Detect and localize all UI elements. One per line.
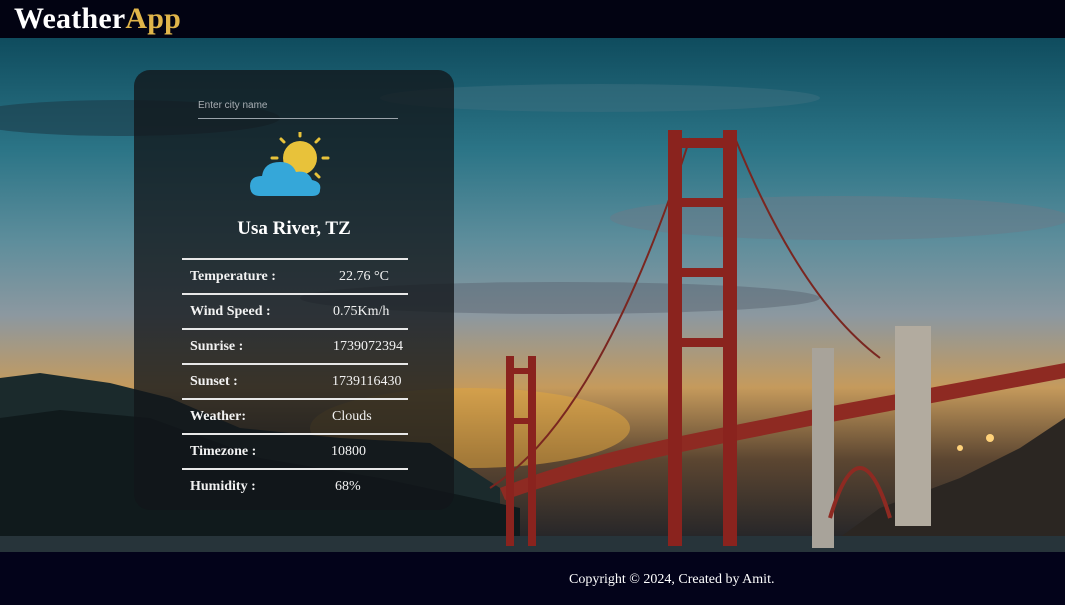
humidity-label: Humidity : [190, 479, 256, 494]
sunset-label: Sunset : [190, 373, 238, 389]
table-row: Timezone : 10800 [182, 434, 408, 469]
sunset-value: 1739116430 [332, 373, 402, 389]
copyright-text: Copyright © 2024, Created by Amit. [569, 572, 775, 587]
timezone-value: 10800 [331, 443, 366, 459]
logo-weather-text: Weather [14, 2, 126, 35]
app-logo[interactable]: WeatherApp [14, 2, 181, 36]
footer: Copyright © 2024, Created by Amit. [0, 552, 1065, 605]
table-row: Sunset : 1739116430 [182, 364, 408, 399]
sun-behind-cloud-icon [250, 132, 330, 196]
sunrise-label: Sunrise : [190, 338, 244, 354]
weather-details-table: Temperature : 22.76 °C Wind Speed : 0.75… [182, 258, 408, 504]
temperature-label: Temperature : [190, 268, 276, 284]
temperature-value: 22.76 °C [339, 268, 389, 284]
table-row: Temperature : 22.76 °C [182, 259, 408, 294]
timezone-label: Timezone : [190, 443, 257, 459]
table-row: Weather: Clouds [182, 399, 408, 434]
wind-speed-value: 0.75Km/h [333, 303, 390, 319]
weather-label: Weather: [190, 408, 246, 424]
city-search-input[interactable] [198, 92, 398, 119]
sunrise-value: 1739072394 [333, 338, 403, 354]
weather-card: Usa River, TZ Temperature : 22.76 °C Win… [134, 70, 454, 510]
wind-speed-label: Wind Speed : [190, 303, 271, 319]
table-row: Wind Speed : 0.75Km/h [182, 294, 408, 329]
table-row: Humidity : 68% [182, 469, 408, 504]
top-navbar: WeatherApp [0, 0, 1065, 38]
humidity-value: 68% [335, 479, 361, 494]
weather-value: Clouds [332, 408, 372, 424]
city-name: Usa River, TZ [237, 218, 351, 239]
logo-app-text: App [125, 2, 182, 35]
table-row: Sunrise : 1739072394 [182, 329, 408, 364]
